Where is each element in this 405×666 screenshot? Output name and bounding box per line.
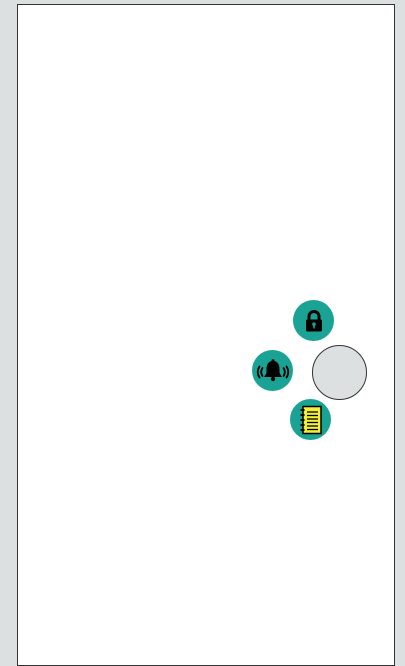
alarm-button[interactable] bbox=[252, 350, 293, 391]
phone-screen bbox=[17, 4, 395, 666]
ringing-bell-icon bbox=[256, 358, 289, 381]
notes-button[interactable] bbox=[290, 399, 331, 440]
lock-button[interactable] bbox=[293, 300, 334, 341]
lock-icon bbox=[305, 309, 322, 331]
fab-main-button[interactable] bbox=[312, 345, 367, 400]
notebook-icon bbox=[300, 405, 322, 434]
